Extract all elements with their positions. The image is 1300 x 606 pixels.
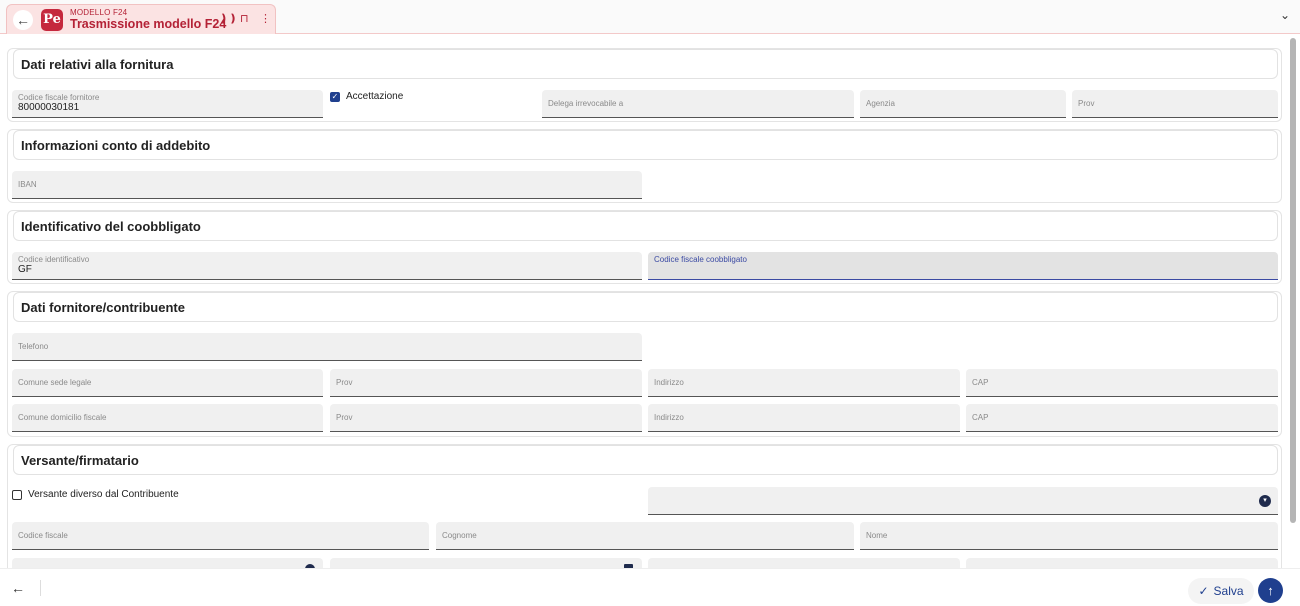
section-title: Informazioni conto di addebito <box>21 138 211 153</box>
field-label: Prov <box>336 413 353 422</box>
save-label: Salva <box>1213 584 1244 598</box>
agenzia-field[interactable]: Agenzia <box>860 90 1066 118</box>
accettazione-checkbox[interactable]: ✓ Accettazione <box>330 91 403 102</box>
delega-irrevocabile-field[interactable]: Delega irrevocabile a <box>542 90 854 118</box>
nome-field[interactable]: Nome <box>860 522 1278 550</box>
tab-title: Trasmissione modello F24 <box>70 17 227 31</box>
checkbox-unchecked-icon <box>12 489 22 500</box>
codice-identificativo-field[interactable]: Codice identificativo GF <box>12 252 642 280</box>
versante-field-partial-4[interactable] <box>966 558 1278 568</box>
scrollbar-thumb[interactable] <box>1290 38 1296 523</box>
field-label: Codice fiscale coobbligato <box>654 255 747 264</box>
field-label: Prov <box>336 378 353 387</box>
bottom-bar: ← ✓ Salva ↑ <box>0 568 1300 606</box>
field-label: Comune sede legale <box>18 378 92 387</box>
field-label: Indirizzo <box>654 378 684 387</box>
prov-sede-field[interactable]: Prov <box>330 369 642 397</box>
codice-fiscale-versante-field[interactable]: Codice fiscale <box>12 522 429 550</box>
section-fornitura: Dati relativi alla fornitura Codice fisc… <box>7 48 1282 122</box>
field-label: IBAN <box>18 180 37 189</box>
section-title: Dati relativi alla fornitura <box>21 57 174 72</box>
back-arrow-icon[interactable]: ← <box>13 10 33 30</box>
field-label: Indirizzo <box>654 413 684 422</box>
dropdown-circle-icon[interactable]: ▾ <box>1259 495 1271 507</box>
field-value: 80000030181 <box>18 102 80 113</box>
iban-field[interactable]: IBAN <box>12 171 642 199</box>
scroll-top-arrow-up-icon[interactable]: ↑ <box>1258 578 1283 603</box>
section-versante: Versante/firmatario Versante diverso dal… <box>7 444 1282 568</box>
section-title: Identificativo del coobbligato <box>21 219 201 234</box>
section-title: Dati fornitore/contribuente <box>21 300 185 315</box>
top-bar: ← Pe MODELLO F24 Trasmissione modello F2… <box>0 0 1300 34</box>
section-header: Versante/firmatario <box>13 445 1278 475</box>
check-icon: ✓ <box>1198 584 1209 598</box>
section-header: Identificativo del coobbligato <box>13 211 1278 241</box>
more-vert-icon[interactable]: ⋮ <box>260 12 271 25</box>
field-label: Agenzia <box>866 99 895 108</box>
save-button[interactable]: ✓ Salva <box>1188 578 1254 604</box>
divider <box>40 580 41 596</box>
field-label: Telefono <box>18 342 49 351</box>
form-area: Dati relativi alla fornitura Codice fisc… <box>0 34 1300 568</box>
document-tab[interactable]: ← Pe MODELLO F24 Trasmissione modello F2… <box>6 4 276 34</box>
versante-diverso-checkbox[interactable]: Versante diverso dal Contribuente <box>12 489 179 500</box>
versante-field-partial-1[interactable] <box>12 558 323 568</box>
chevron-down-icon[interactable]: ⌄ <box>1280 8 1290 22</box>
indirizzo-domicilio-field[interactable]: Indirizzo <box>648 404 960 432</box>
indirizzo-sede-field[interactable]: Indirizzo <box>648 369 960 397</box>
split-icon[interactable]: ❫❫ <box>219 12 237 25</box>
vertical-scrollbar[interactable] <box>1289 34 1297 568</box>
field-label: Comune domicilio fiscale <box>18 413 107 422</box>
section-header: Dati fornitore/contribuente <box>13 292 1278 322</box>
field-label: Cognome <box>442 531 477 540</box>
app-logo: Pe <box>41 9 63 31</box>
section-header: Informazioni conto di addebito <box>13 130 1278 160</box>
comune-sede-legale-field[interactable]: Comune sede legale <box>12 369 323 397</box>
cognome-field[interactable]: Cognome <box>436 522 854 550</box>
versante-field-partial-3[interactable] <box>648 558 960 568</box>
cap-domicilio-field[interactable]: CAP <box>966 404 1278 432</box>
prov-field[interactable]: Prov <box>1072 90 1278 118</box>
telefono-field[interactable]: Telefono <box>12 333 642 361</box>
field-label: Delega irrevocabile a <box>548 99 624 108</box>
field-value: GF <box>18 264 32 275</box>
tab-pretitle: MODELLO F24 <box>70 8 128 17</box>
codice-fiscale-fornitore-field[interactable]: Codice fiscale fornitore 80000030181 <box>12 90 323 118</box>
field-label: CAP <box>972 378 989 387</box>
cap-sede-field[interactable]: CAP <box>966 369 1278 397</box>
prov-domicilio-field[interactable]: Prov <box>330 404 642 432</box>
section-coobbligato: Identificativo del coobbligato Codice id… <box>7 210 1282 284</box>
checkbox-label: Versante diverso dal Contribuente <box>28 489 179 500</box>
bookmark-icon[interactable]: ⊓ <box>240 12 249 25</box>
section-fornitore-contribuente: Dati fornitore/contribuente Telefono Com… <box>7 291 1282 437</box>
versante-field-partial-2[interactable] <box>330 558 642 568</box>
field-label: Codice identificativo <box>18 255 90 264</box>
section-title: Versante/firmatario <box>21 453 139 468</box>
versante-select[interactable]: ▾ <box>648 487 1278 515</box>
section-header: Dati relativi alla fornitura <box>13 49 1278 79</box>
field-label: Prov <box>1078 99 1095 108</box>
back-arrow-icon[interactable]: ← <box>11 580 25 596</box>
field-label: Nome <box>866 531 888 540</box>
checkbox-checked-icon: ✓ <box>330 91 340 102</box>
codice-fiscale-coobbligato-field[interactable]: Codice fiscale coobbligato <box>648 252 1278 280</box>
comune-domicilio-field[interactable]: Comune domicilio fiscale <box>12 404 323 432</box>
section-conto-addebito: Informazioni conto di addebito IBAN <box>7 129 1282 203</box>
checkbox-label: Accettazione <box>346 91 404 102</box>
field-label: Codice fiscale <box>18 531 68 540</box>
field-label: Codice fiscale fornitore <box>18 93 100 102</box>
field-label: CAP <box>972 413 989 422</box>
